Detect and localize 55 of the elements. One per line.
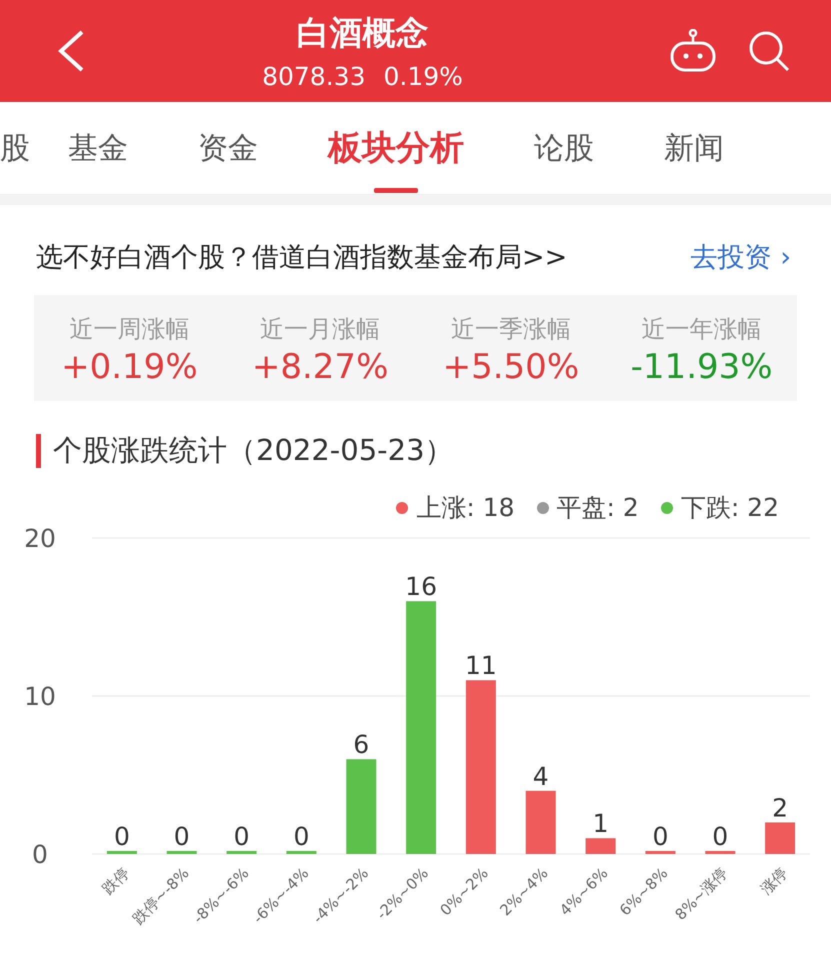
bar-value-label: 0: [293, 822, 310, 851]
bar-value-label: 1: [592, 809, 609, 838]
return-value: +0.19%: [61, 347, 198, 387]
bar-value-label: 0: [174, 822, 190, 851]
bar-value-label: 16: [405, 572, 437, 602]
section-title: 个股涨跌统计（2022-05-23）: [53, 432, 454, 469]
bar: [765, 822, 796, 854]
bar: [526, 790, 556, 854]
promo-text: 选不好白酒个股？借道白酒指数基金布局>>: [36, 241, 568, 275]
bar: [705, 851, 736, 854]
bar: [226, 851, 257, 854]
bar-value-label: 6: [353, 730, 370, 760]
bar-value-label: 0: [712, 822, 728, 851]
bar: [645, 851, 676, 854]
invest-link[interactable]: 去投资 ›: [690, 239, 791, 275]
tab[interactable]: 论股: [534, 106, 594, 190]
search-button[interactable]: [747, 29, 791, 73]
tab[interactable]: 基金: [68, 106, 128, 190]
back-button[interactable]: [56, 29, 86, 73]
category-label: 涨停: [756, 864, 791, 898]
robot-button[interactable]: [669, 29, 717, 73]
return-value: +8.27%: [252, 347, 388, 387]
axis-tick-label: 20: [24, 524, 56, 553]
index-change: 0.19%: [383, 62, 463, 91]
return-label: 近一周涨幅: [69, 314, 190, 345]
bar-value-label: 0: [652, 822, 668, 851]
bar-value-label: 11: [465, 651, 497, 680]
return-value: +5.50%: [442, 347, 580, 387]
return-label: 近一年涨幅: [642, 314, 762, 345]
back-icon: [56, 29, 86, 73]
robot-icon: [669, 29, 717, 73]
legend-label: 下跌: 22: [680, 492, 779, 524]
legend-label: 上涨: 18: [416, 492, 515, 524]
bar-value-label: 0: [114, 822, 130, 851]
axis-tick-label: 10: [24, 682, 56, 711]
bar-value-label: 2: [772, 793, 788, 822]
section-marker: [36, 434, 41, 468]
bar: [106, 851, 137, 854]
bar: [166, 851, 197, 854]
return-label: 近一季涨幅: [450, 314, 571, 345]
axis-tick-label: 0: [32, 840, 48, 869]
search-icon: [747, 29, 791, 73]
bar-value-label: 4: [532, 762, 549, 791]
index-price: 8078.33: [262, 62, 366, 91]
tab[interactable]: 板块分析: [328, 103, 464, 193]
bar: [586, 838, 616, 854]
tab[interactable]: 新闻: [664, 106, 724, 190]
bar-value-label: 0: [234, 822, 250, 851]
return-value: -11.93%: [630, 347, 773, 387]
category-label: 跌停: [98, 864, 133, 898]
legend-label: 平盘: 2: [556, 492, 639, 524]
return-label: 近一月涨幅: [260, 314, 380, 345]
bar: [286, 851, 316, 854]
tab[interactable]: 资金: [198, 106, 258, 190]
page-title: 白酒概念: [296, 12, 428, 54]
